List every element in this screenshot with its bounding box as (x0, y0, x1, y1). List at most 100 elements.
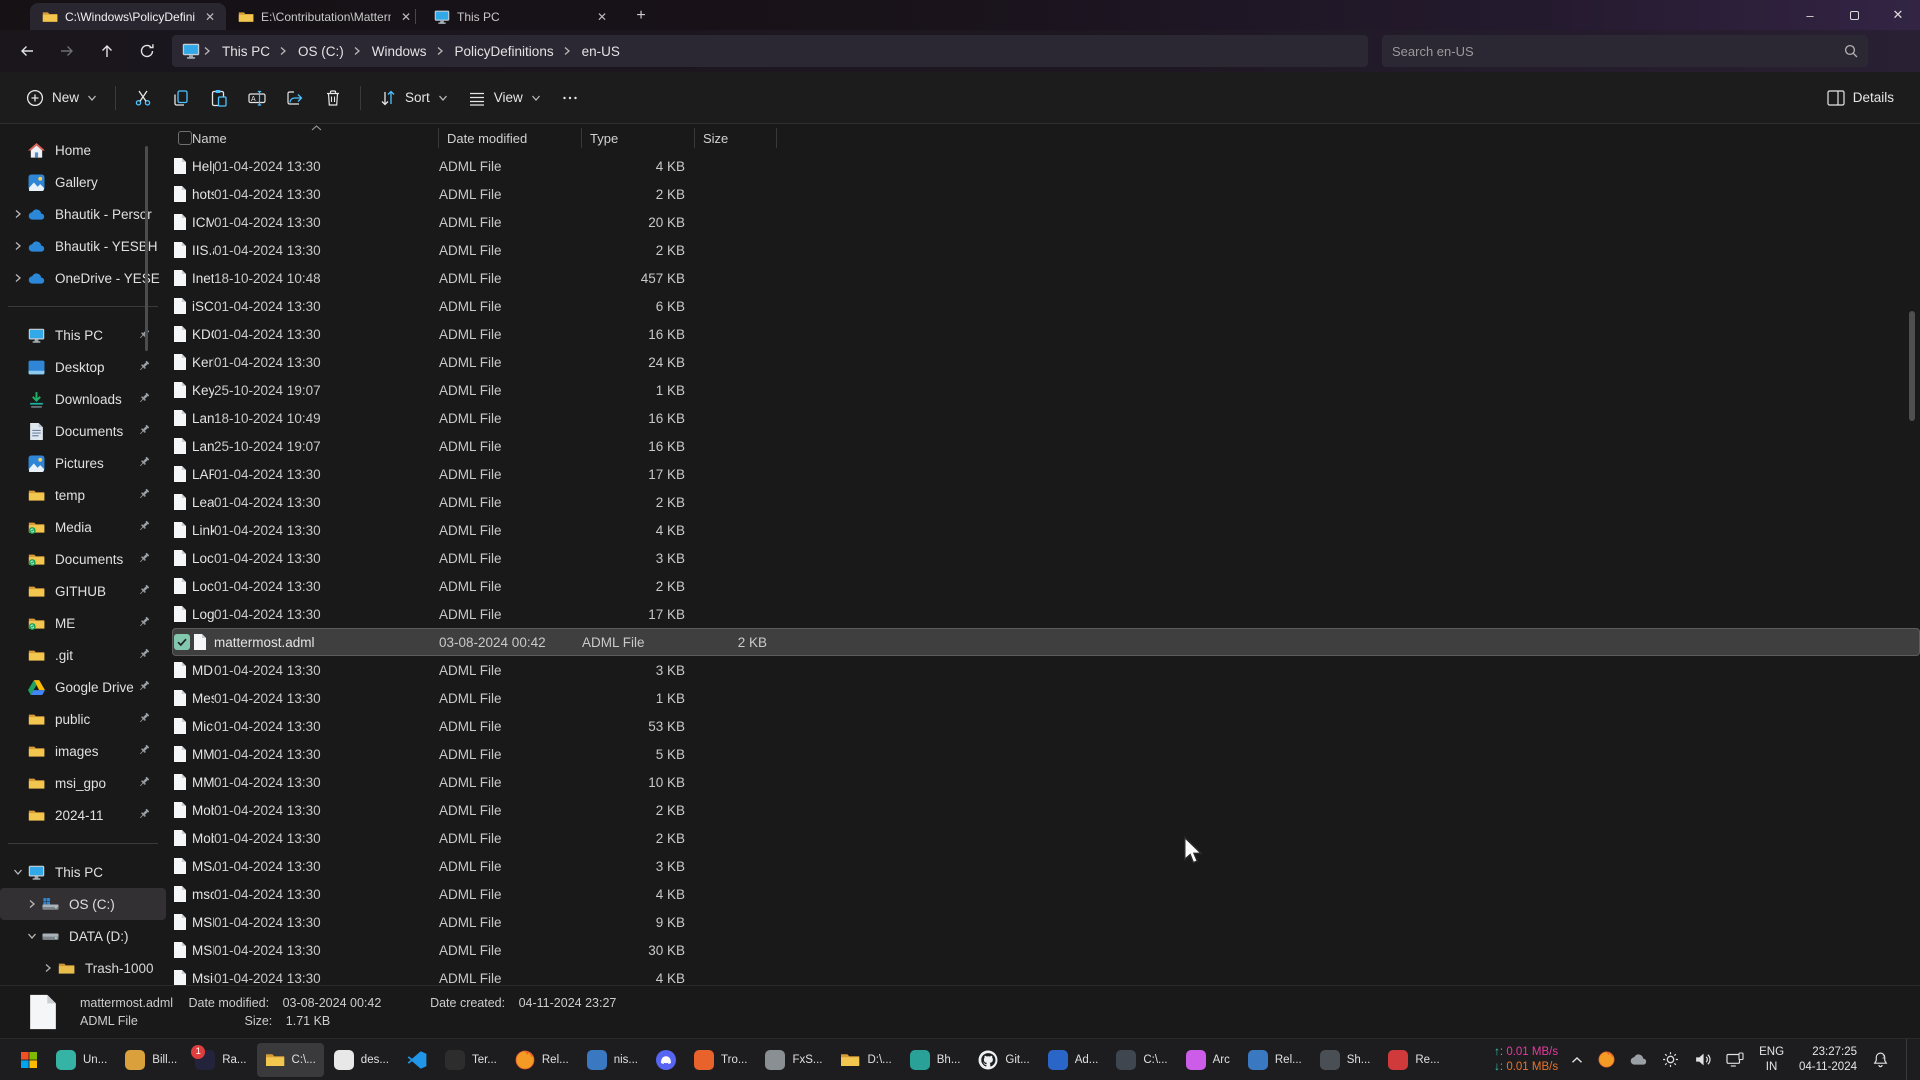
column-header-date-modified[interactable]: Date modified (439, 128, 582, 148)
sidebar-item-pinned[interactable]: public (0, 703, 166, 735)
cut-button[interactable] (124, 81, 162, 115)
file-row[interactable]: MMC.adml 01-04-2024 13:30 ADML File 5 KB (172, 740, 1920, 768)
taskbar-app[interactable]: Git... (970, 1043, 1037, 1077)
sort-ascending-icon[interactable] (311, 125, 322, 131)
sidebar-scrollbar[interactable] (145, 146, 148, 351)
more-options-button[interactable] (551, 81, 589, 115)
taskbar-app[interactable]: Bill... (117, 1043, 185, 1077)
breadcrumb[interactable]: This PC OS (C:) Windows PolicyDe (172, 35, 1368, 67)
sidebar-item-pinned[interactable]: images (0, 735, 166, 767)
taskbar-app[interactable]: nis... (579, 1043, 646, 1077)
file-row[interactable]: LanmanWorkstation.adml 25-10-2024 19:07 … (172, 432, 1920, 460)
taskbar-app[interactable]: Rel... (1240, 1043, 1310, 1077)
rename-button[interactable]: A (238, 81, 276, 115)
maximize-button[interactable] (1832, 0, 1876, 30)
volume-button[interactable] (1692, 1043, 1713, 1077)
new-tab-button[interactable]: + (628, 4, 654, 28)
file-row[interactable]: LAPS.adml 01-04-2024 13:30 ADML File 17 … (172, 460, 1920, 488)
sidebar-item-pinned[interactable]: 2024-11 (0, 799, 166, 831)
file-row[interactable]: KDC.adml 01-04-2024 13:30 ADML File 16 K… (172, 320, 1920, 348)
taskbar-app[interactable]: Ad... (1040, 1043, 1107, 1077)
network-speed-widget[interactable]: ↑: 0.01 MB/s ↓: 0.01 MB/s (1494, 1045, 1558, 1075)
file-row[interactable]: hotspotauth.adml 01-04-2024 13:30 ADML F… (172, 180, 1920, 208)
taskbar-app[interactable]: Arc (1178, 1043, 1238, 1077)
file-row[interactable]: MobilePCPresentationSettings.adml 01-04-… (172, 824, 1920, 852)
paste-button[interactable] (200, 81, 238, 115)
forward-button[interactable] (50, 36, 84, 66)
breadcrumb-button[interactable]: This PC (214, 41, 278, 62)
file-row[interactable]: Kerberos.adml 01-04-2024 13:30 ADML File… (172, 348, 1920, 376)
clock[interactable]: 23:27:2504-11-2024 (1797, 1043, 1859, 1077)
sidebar-item-pinned[interactable]: Google Drive (0, 671, 166, 703)
sidebar-item-pinned[interactable]: msi_gpo (0, 767, 166, 799)
tree-item[interactable]: Trash-1000 (0, 952, 166, 984)
file-row[interactable]: ICM.adml 01-04-2024 13:30 ADML File 20 K… (172, 208, 1920, 236)
file-row[interactable]: Logon.adml 01-04-2024 13:30 ADML File 17… (172, 600, 1920, 628)
show-desktop-button[interactable] (1906, 1039, 1910, 1080)
copy-button[interactable] (162, 81, 200, 115)
taskbar-app[interactable] (399, 1043, 435, 1077)
share-button[interactable] (276, 81, 314, 115)
column-header-name[interactable]: Name (192, 128, 439, 148)
file-row[interactable]: MDM.adml 01-04-2024 13:30 ADML File 3 KB (172, 656, 1920, 684)
file-row[interactable]: LanmanServer.adml 18-10-2024 10:49 ADML … (172, 404, 1920, 432)
search-icon[interactable] (1844, 44, 1858, 58)
taskbar-app[interactable]: Tro... (686, 1043, 755, 1077)
file-row[interactable]: MobilePCMobilityCenter.adml 01-04-2024 1… (172, 796, 1920, 824)
sidebar-item-pinned[interactable]: GITHUB (0, 575, 166, 607)
tab-close-icon[interactable]: ✕ (202, 9, 218, 25)
taskbar-app[interactable]: Bh... (902, 1043, 969, 1077)
sidebar-item-pinned[interactable]: Pictures (0, 447, 166, 479)
file-row[interactable]: MSI.adml 01-04-2024 13:30 ADML File 30 K… (172, 936, 1920, 964)
taskbar-app[interactable]: C:\... (257, 1043, 324, 1077)
taskbar-app[interactable]: Sh... (1312, 1043, 1379, 1077)
sidebar-item[interactable]: Gallery (0, 166, 166, 198)
explorer-tab[interactable]: C:\Windows\PolicyDefinitions\ ✕ (30, 3, 226, 30)
breadcrumb-button[interactable]: en-US (574, 41, 628, 62)
tree-chevron-icon[interactable] (8, 867, 28, 877)
tray-firefox-button[interactable] (1596, 1043, 1617, 1077)
view-button[interactable]: View (458, 81, 551, 115)
minimize-button[interactable]: – (1788, 0, 1832, 30)
taskbar-app[interactable]: D:\... (832, 1043, 899, 1077)
tree-item[interactable]: OS (C:) (0, 888, 166, 920)
sidebar-item-pinned[interactable]: ME (0, 607, 166, 639)
file-row[interactable]: LocationProviderAdm.adml 01-04-2024 13:3… (172, 572, 1920, 600)
file-row[interactable]: iSCSI.adml 01-04-2024 13:30 ADML File 6 … (172, 292, 1920, 320)
taskbar-app[interactable]: Un... (48, 1043, 115, 1077)
file-row[interactable]: Msi-FileRecovery.adml 01-04-2024 13:30 A… (172, 964, 1920, 985)
network-button[interactable] (1724, 1043, 1746, 1077)
taskbar-app[interactable]: FxS... (757, 1043, 830, 1077)
sidebar-item-pinned[interactable]: Media (0, 511, 166, 543)
file-list-scrollbar[interactable] (1909, 311, 1915, 421)
breadcrumb-button[interactable]: Windows (364, 41, 435, 62)
language-switcher[interactable]: ENGIN (1757, 1043, 1786, 1077)
file-row[interactable]: InetRes.adml 18-10-2024 10:48 ADML File … (172, 264, 1920, 292)
sidebar-item-pinned[interactable]: .git (0, 639, 166, 671)
taskbar-app[interactable] (648, 1043, 684, 1077)
taskbar-app[interactable]: des... (326, 1043, 397, 1077)
details-pane-button[interactable]: Details (1817, 81, 1904, 115)
chevron-right-icon[interactable] (8, 273, 28, 283)
tray-cloud-button[interactable] (1628, 1043, 1649, 1077)
hidden-icons-button[interactable] (1569, 1043, 1585, 1077)
tree-chevron-icon[interactable] (22, 931, 42, 941)
sidebar-item-pinned[interactable]: Downloads (0, 383, 166, 415)
file-row[interactable]: KeyboardFilterPolicy.adml 25-10-2024 19:… (172, 376, 1920, 404)
file-row[interactable]: HelpAndSupport.adml 01-04-2024 13:30 ADM… (172, 152, 1920, 180)
file-row[interactable]: msched.adml 01-04-2024 13:30 ADML File 4… (172, 880, 1920, 908)
breadcrumb-button[interactable]: OS (C:) (290, 41, 352, 62)
row-checkbox[interactable] (174, 634, 190, 650)
close-button[interactable]: ✕ (1876, 0, 1920, 30)
file-row[interactable]: Messaging.adml 01-04-2024 13:30 ADML Fil… (172, 684, 1920, 712)
sidebar-item-pinned[interactable]: Documents (0, 543, 166, 575)
column-header-size[interactable]: Size (695, 128, 777, 148)
sidebar-item[interactable]: Home (0, 134, 166, 166)
sidebar-item-onedrive[interactable]: OneDrive - YESE (0, 262, 166, 294)
back-button[interactable] (10, 36, 44, 66)
tree-item[interactable]: This PC (0, 856, 166, 888)
file-row[interactable]: MSAPolicy.adml 01-04-2024 13:30 ADML Fil… (172, 852, 1920, 880)
sort-button[interactable]: Sort (369, 81, 458, 115)
sidebar-item-pinned[interactable]: Desktop (0, 351, 166, 383)
explorer-tab[interactable]: E:\Contributation\Mattermost\... ✕ (226, 3, 422, 30)
